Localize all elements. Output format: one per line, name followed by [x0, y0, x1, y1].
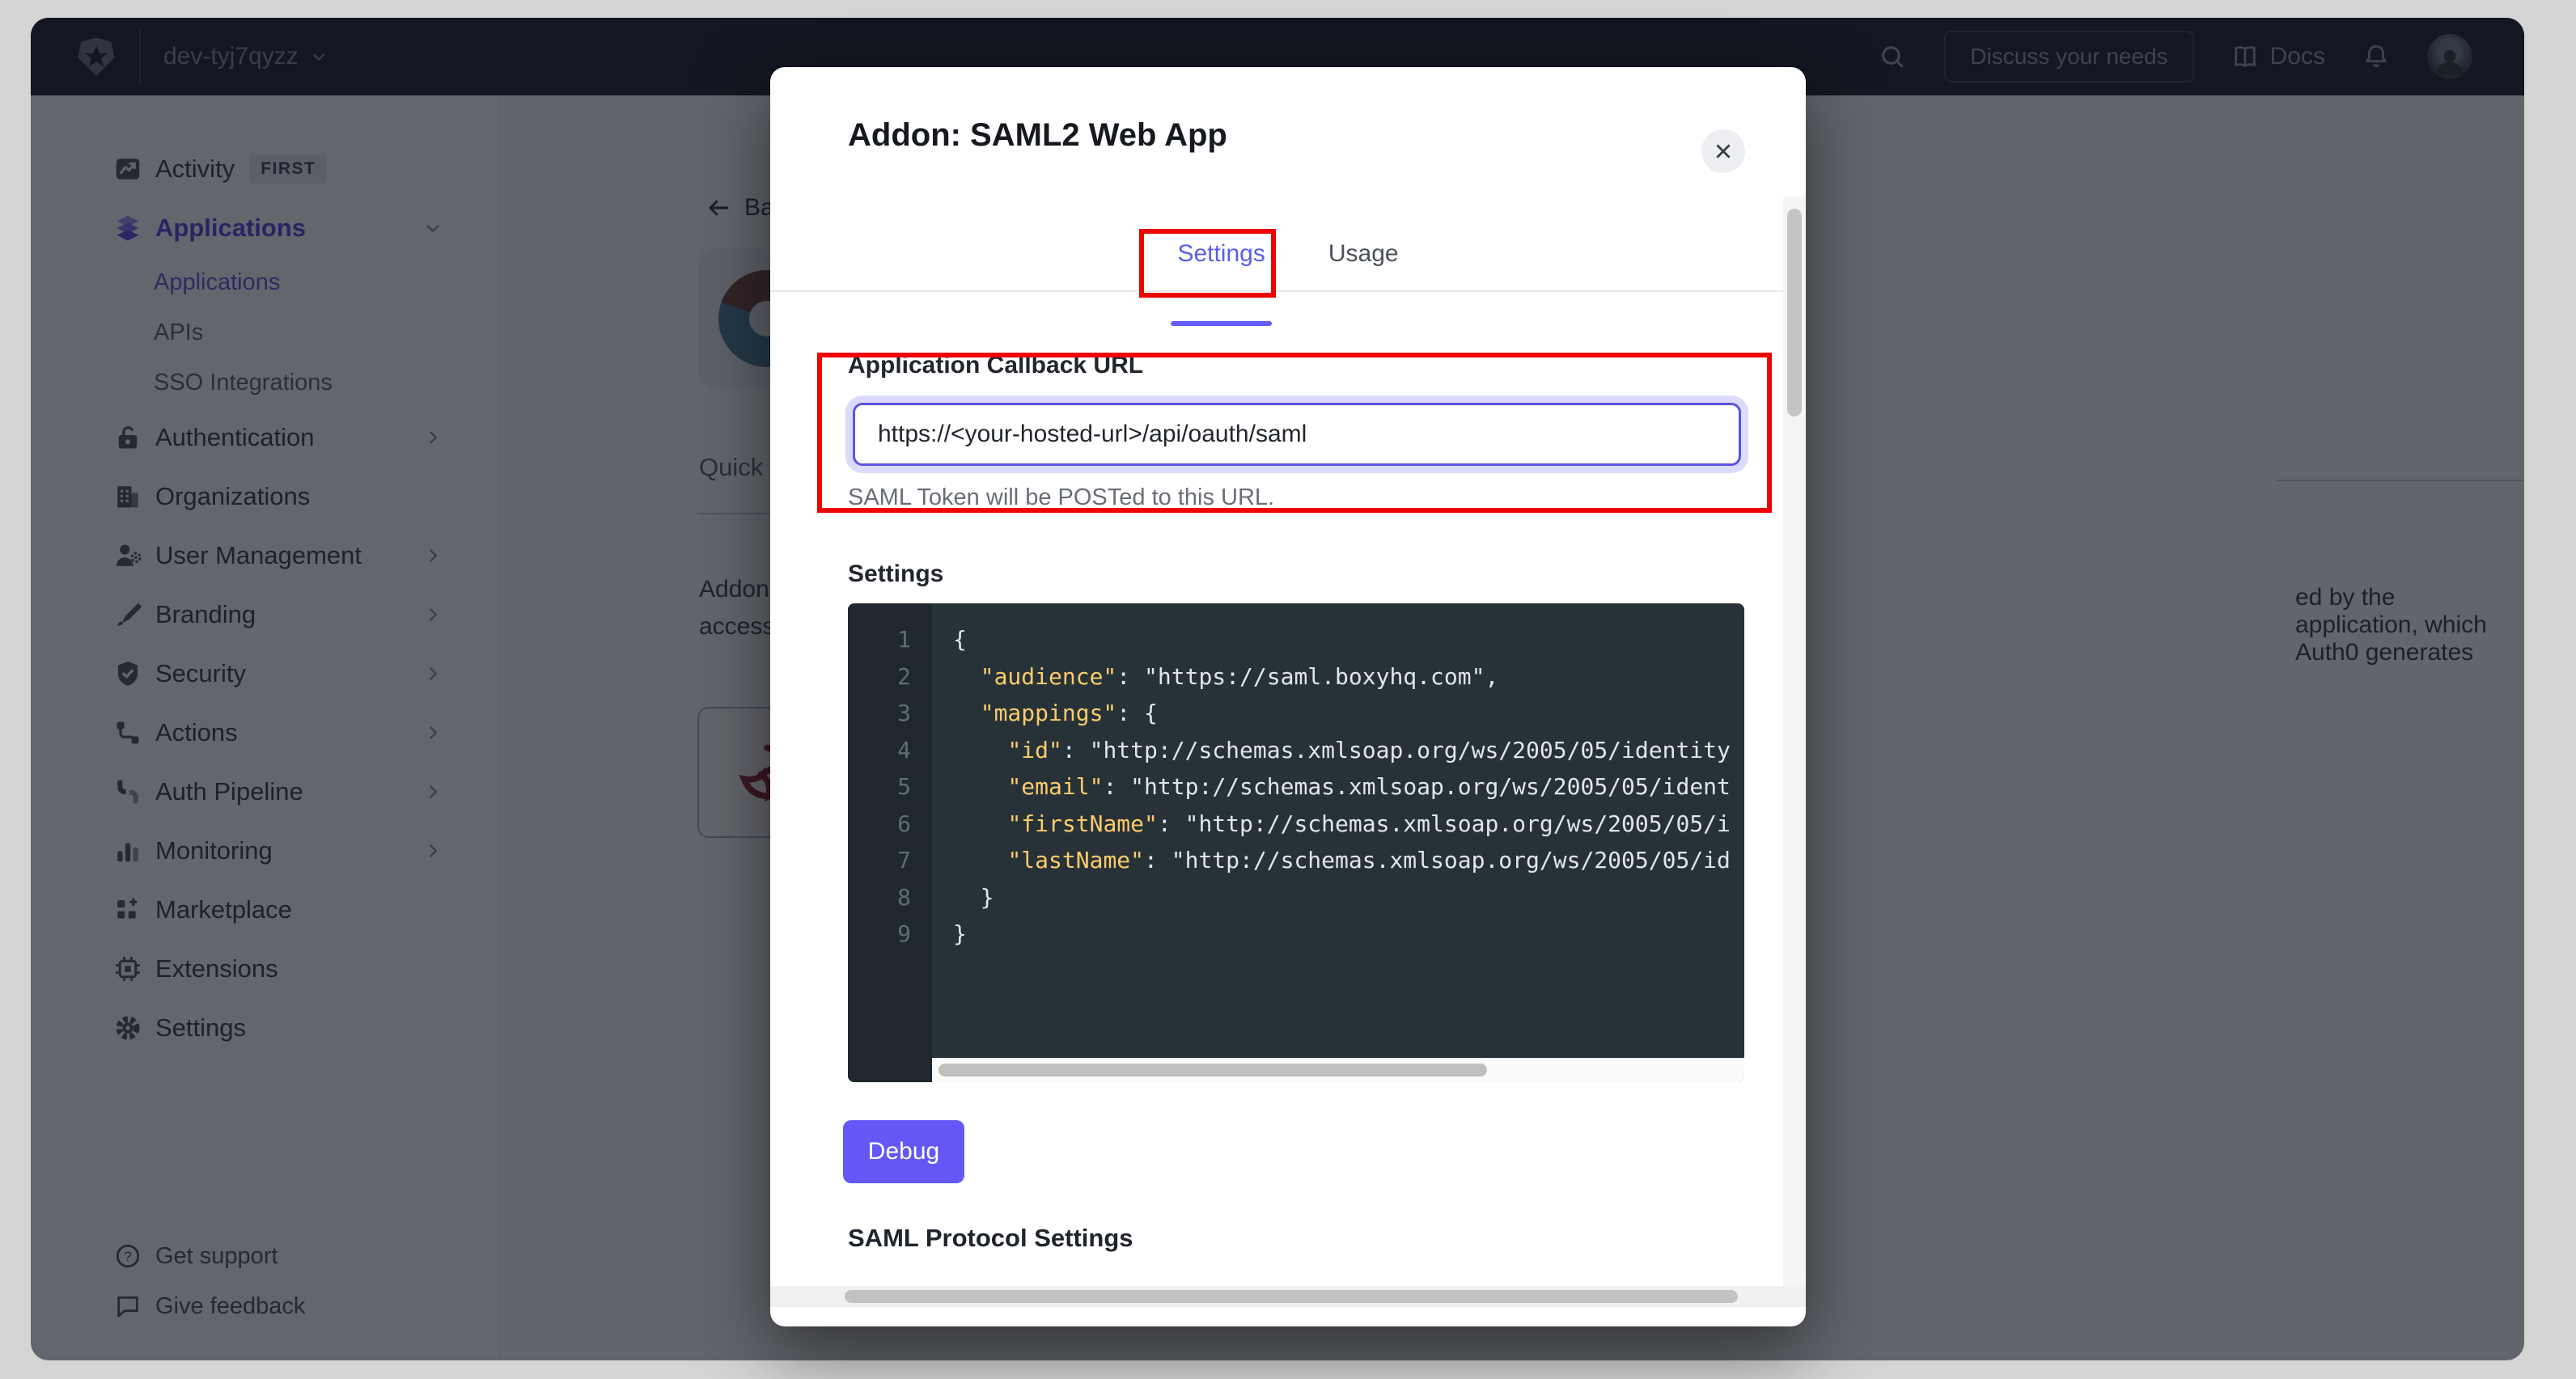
addon-saml2-modal: Addon: SAML2 Web App SettingsUsage Appli…: [770, 67, 1806, 1326]
modal-vertical-scrollbar[interactable]: [1783, 197, 1806, 1286]
tabs-divider: [770, 290, 1806, 292]
annotation-box-callback-url: [817, 353, 1772, 513]
tab-usage[interactable]: Usage: [1325, 235, 1402, 292]
editor-hscroll-thumb[interactable]: [938, 1064, 1487, 1077]
active-tab-underline: [1171, 321, 1271, 326]
editor-horizontal-scrollbar[interactable]: [932, 1058, 1744, 1082]
code-line: "id": "http://schemas.xmlsoap.org/ws/200…: [953, 732, 1744, 769]
settings-code-editor[interactable]: 123456789 { "audience": "https://saml.bo…: [848, 603, 1744, 1082]
line-number: 8: [848, 879, 932, 916]
line-number: 9: [848, 916, 932, 953]
saml-protocol-settings-heading: SAML Protocol Settings: [848, 1224, 1133, 1253]
code-line: "lastName": "http://schemas.xmlsoap.org/…: [953, 842, 1744, 879]
code-line: }: [953, 916, 1744, 953]
debug-button[interactable]: Debug: [843, 1120, 964, 1183]
modal-horizontal-scrollbar[interactable]: [770, 1286, 1806, 1307]
line-number: 5: [848, 768, 932, 806]
code-line: "email": "http://schemas.xmlsoap.org/ws/…: [953, 768, 1744, 806]
modal-title: Addon: SAML2 Web App: [848, 117, 1227, 154]
code-line: }: [953, 879, 1744, 916]
line-number: 7: [848, 842, 932, 879]
annotation-box-settings-tab: [1139, 229, 1276, 298]
line-number: 1: [848, 621, 932, 658]
line-number: 4: [848, 732, 932, 769]
settings-section-label: Settings: [848, 560, 943, 588]
code-line: "mappings": {: [953, 695, 1744, 732]
modal-vscroll-thumb[interactable]: [1787, 209, 1802, 417]
line-number: 6: [848, 806, 932, 843]
code-line: "audience": "https://saml.boxyhq.com",: [953, 658, 1744, 696]
code-line: {: [953, 621, 1744, 658]
modal-hscroll-thumb[interactable]: [845, 1290, 1738, 1303]
code-line: "firstName": "http://schemas.xmlsoap.org…: [953, 806, 1744, 843]
editor-gutter: 123456789: [848, 603, 932, 1082]
line-number: 3: [848, 695, 932, 732]
modal-close-button[interactable]: [1701, 129, 1745, 173]
modal-tabs: SettingsUsage: [770, 235, 1806, 292]
line-number: 2: [848, 658, 932, 696]
close-icon: [1713, 141, 1734, 162]
editor-code[interactable]: { "audience": "https://saml.boxyhq.com",…: [932, 603, 1744, 1058]
